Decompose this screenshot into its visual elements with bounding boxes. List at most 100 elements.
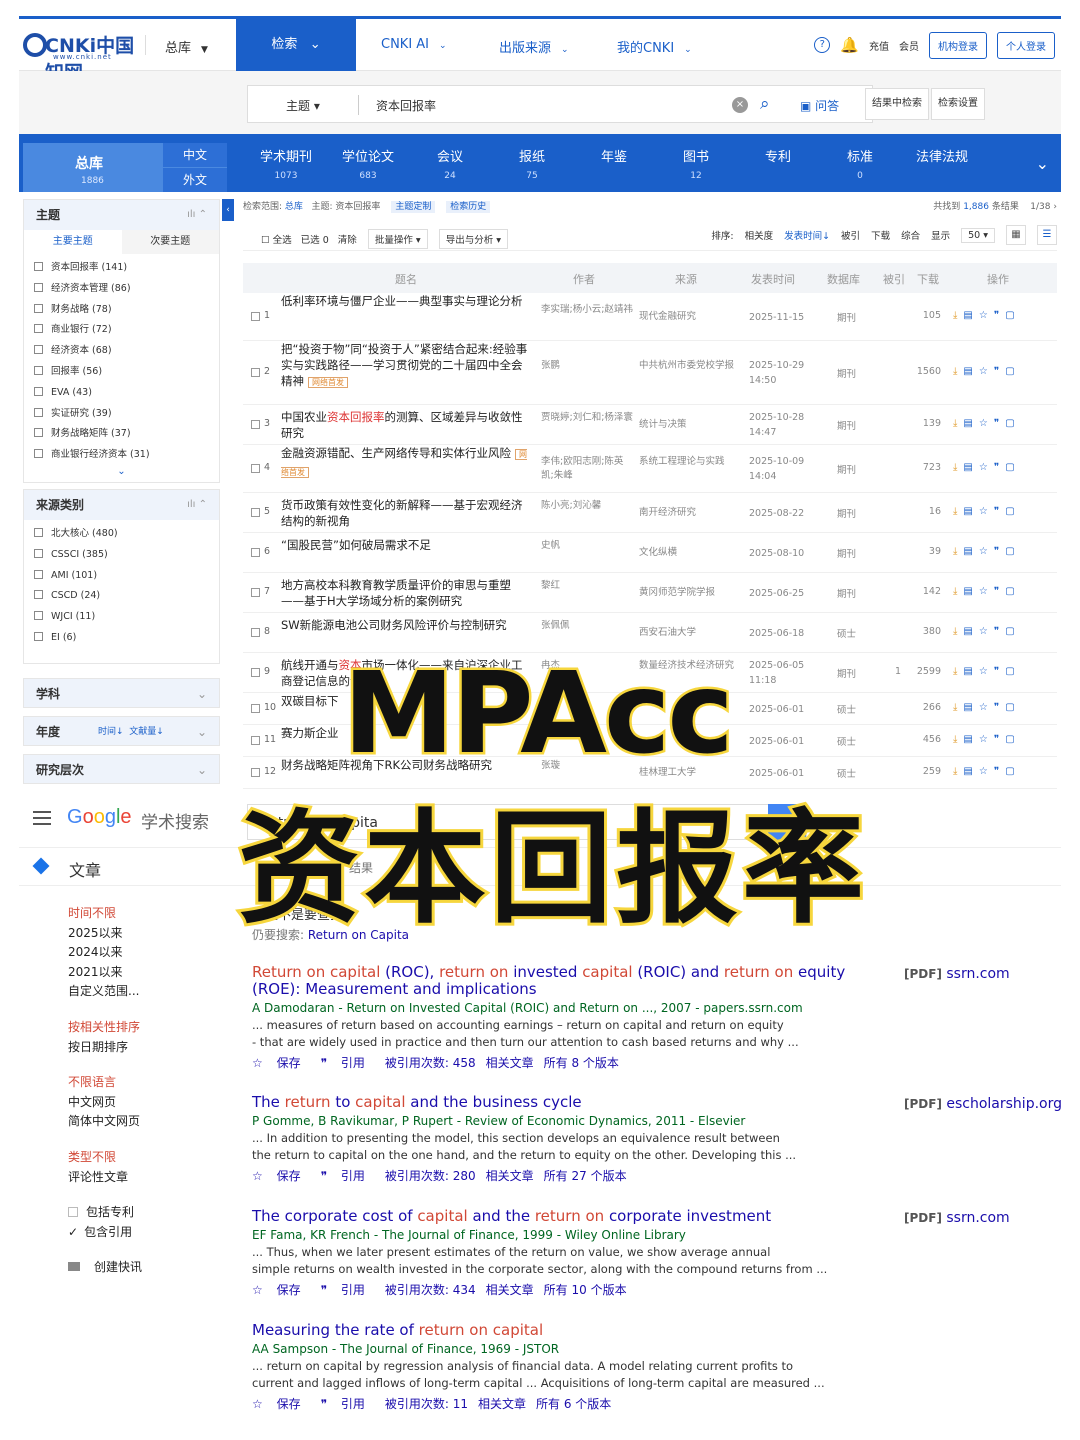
ai-icon[interactable]: ▢ [1005,734,1014,745]
subject-panel-header[interactable]: 学科 ⌄ [23,677,220,708]
lang-any[interactable]: 不限语言 [68,1073,228,1093]
cnki-logo[interactable]: CNKi中国知网 www.cnki.net [23,31,135,84]
row-authors[interactable]: 张鹏 [541,359,633,373]
filter-checkbox[interactable] [34,407,43,417]
filter-checkbox[interactable] [34,365,43,375]
read-icon[interactable]: ▤ [963,310,972,321]
org-login-button[interactable]: 机构登录 [929,31,987,59]
nav-search-tab[interactable]: 检索 ⌄ [236,19,356,71]
year-panel-header[interactable]: 年度 时间↓ 文献量↓ ⌄ [23,715,220,746]
download-icon[interactable]: ⤓ [953,766,957,777]
include-patents[interactable]: 包括专利 [68,1203,228,1223]
ask-button[interactable]: ▣ 问答 [800,97,839,114]
bell-icon[interactable]: 🔔 [840,36,859,54]
db-patents[interactable]: 专利 [743,146,813,171]
db-newspaper[interactable]: 报纸 75 [497,146,567,181]
favorite-icon[interactable]: ☆ [979,766,988,777]
read-icon[interactable]: ▤ [963,666,972,677]
nav-all-library[interactable]: 总库 ▼ [165,37,208,56]
row-source[interactable]: 现代金融研究 [639,310,739,324]
result-title[interactable]: The return to capital and the business c… [252,1094,892,1111]
search-icon[interactable]: ⌕ [760,94,770,114]
time-custom[interactable]: 自定义范围... [68,982,228,1002]
sort-relevance[interactable]: 相关度 [745,228,774,242]
ai-icon[interactable]: ▢ [1005,546,1014,557]
help-icon[interactable]: ? [814,37,831,53]
filter-checkbox[interactable] [34,324,43,334]
download-icon[interactable]: ⤓ [953,546,957,557]
level-panel-header[interactable]: 研究层次 ⌄ [23,753,220,784]
tab-secondary-topic[interactable]: 次要主题 [121,230,219,254]
result-title[interactable]: Return on capital (ROC), return on inves… [252,964,892,998]
cite-button[interactable]: ❞ 引用 [321,1283,375,1297]
search-in-results-button[interactable]: 结果中检索 [865,88,929,120]
filter-checkbox[interactable] [34,611,43,621]
row-checkbox[interactable] [251,736,260,745]
row-source[interactable]: 西安石油大学 [639,626,739,640]
result-title[interactable]: The corporate cost of capital and the re… [252,1208,892,1225]
row-source[interactable]: 系统工程理论与实践 [639,455,739,469]
filter-checkbox[interactable] [34,590,43,600]
filter-item[interactable]: 财务战略 (78) [24,300,219,321]
row-authors[interactable]: 陈小亮;刘沁馨 [541,499,633,513]
include-citations[interactable]: ✓ 包含引用 [68,1223,228,1243]
versions-link[interactable]: 所有 8 个版本 [544,1056,619,1070]
ai-icon[interactable]: ▢ [1005,506,1014,517]
db-yearbook[interactable]: 年鉴 [579,146,649,171]
collapse-sidebar-icon[interactable]: ‹ [222,199,234,221]
filter-checkbox[interactable] [34,386,43,396]
filter-item[interactable]: WJCI (11) [24,607,219,628]
lang-simplified[interactable]: 简体中文网页 [68,1112,228,1132]
time-2024[interactable]: 2024以来 [68,943,228,963]
db-books[interactable]: 图书 12 [661,146,731,181]
export-dropdown[interactable]: 导出与分析 ▾ [438,229,508,249]
row-source[interactable]: 黄冈师范学院学报 [639,586,739,600]
filter-item[interactable]: 商业银行经济资本 (31) [24,445,219,466]
ai-icon[interactable]: ▢ [1005,418,1014,429]
time-2025[interactable]: 2025以来 [68,924,228,944]
filter-item[interactable]: 资本回报率 (141) [24,258,219,279]
citations-checkbox[interactable]: ✓ [68,1225,78,1239]
lang-chinese[interactable]: 中文网页 [68,1093,228,1113]
filter-checkbox[interactable] [34,631,43,641]
row-checkbox[interactable] [251,668,260,677]
read-icon[interactable]: ▤ [963,586,972,597]
row-source[interactable]: 中共杭州市委党校学报 [639,359,739,373]
filter-item[interactable]: CSSCI (385) [24,545,219,566]
scope-value[interactable]: 总库 [285,202,303,212]
cite-icon[interactable]: ❞ [994,766,999,777]
ai-icon[interactable]: ▢ [1005,666,1014,677]
per-page-select[interactable]: 50 ▾ [961,227,995,243]
cite-icon[interactable]: ❞ [994,626,999,637]
cite-button[interactable]: ❞ 引用 [321,1397,375,1411]
db-conference[interactable]: 会议 24 [415,146,485,181]
sort-download[interactable]: 下载 [871,228,890,242]
favorite-icon[interactable]: ☆ [979,310,988,321]
chart-collapse-icon[interactable]: ılı ⌃ [187,200,207,230]
row-checkbox[interactable] [251,768,260,777]
filter-item[interactable]: 经济资本 (68) [24,341,219,362]
favorite-icon[interactable]: ☆ [979,418,988,429]
cite-icon[interactable]: ❞ [994,418,999,429]
grid-view-icon[interactable]: ▦ [1006,225,1026,245]
select-all-checkbox[interactable]: ☐ [261,235,270,246]
row-source[interactable]: 南开经济研究 [639,506,739,520]
ai-icon[interactable]: ▢ [1005,702,1014,713]
pdf-link[interactable]: [PDF] ssrn.com [904,1210,1010,1226]
cite-icon[interactable]: ❞ [994,702,999,713]
show-more-icon[interactable]: ⌄ [24,466,219,482]
clear-selection-link[interactable]: 清除 [338,235,357,246]
related-link[interactable]: 相关文章 [478,1397,526,1411]
pdf-link[interactable]: [PDF] escholarship.org [904,1096,1062,1112]
read-icon[interactable]: ▤ [963,506,972,517]
ai-icon[interactable]: ▢ [1005,586,1014,597]
list-view-icon[interactable]: ☰ [1037,225,1057,245]
favorite-icon[interactable]: ☆ [979,666,988,677]
cited-by-link[interactable]: 被引用次数: 280 [385,1169,476,1183]
row-source[interactable]: 统计与决策 [639,418,739,432]
cited-by-link[interactable]: 被引用次数: 458 [385,1056,476,1070]
read-icon[interactable]: ▤ [963,366,972,377]
row-checkbox[interactable] [251,464,260,473]
cite-button[interactable]: ❞ 引用 [321,1056,375,1070]
download-icon[interactable]: ⤓ [953,734,957,745]
